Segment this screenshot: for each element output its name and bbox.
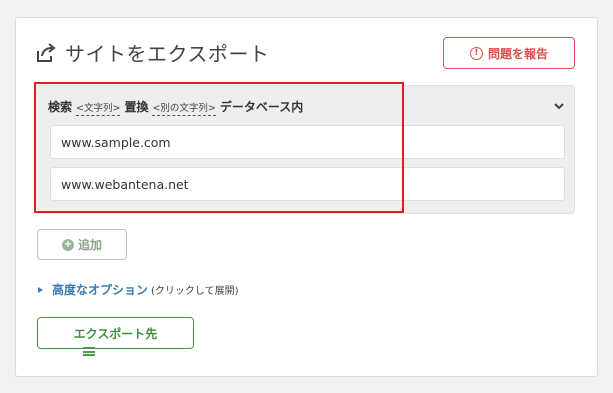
- panel-title: サイトをエクスポート: [65, 42, 270, 66]
- drag-handle-icon: [83, 347, 95, 356]
- plus-circle-icon: +: [61, 238, 74, 251]
- panel-header: サイトをエクスポート: [36, 38, 269, 67]
- report-issue-label: 問題を報告: [487, 46, 548, 61]
- search-replace-box: 検索 <文字列> 置換 <別の文字列> データベース内: [35, 85, 575, 214]
- search-replace-label: 検索 <文字列> 置換 <別の文字列> データベース内: [48, 98, 303, 116]
- export-to-label: エクスポート先: [73, 326, 158, 341]
- export-share-icon: [36, 42, 58, 63]
- add-button[interactable]: + 追加: [37, 229, 127, 260]
- advanced-options-link[interactable]: 高度なオプション: [52, 281, 148, 298]
- replace-hint: <別の文字列>: [152, 103, 216, 116]
- add-label: 追加: [77, 238, 102, 252]
- advanced-options-note: (クリックして展開): [151, 286, 239, 297]
- replace-label: 置換: [124, 100, 149, 114]
- replace-input[interactable]: [50, 167, 565, 201]
- scope-label: データベース内: [219, 100, 304, 114]
- export-panel: サイトをエクスポート ! 問題を報告 検索 <文字列> 置換 <別の文字列> デ…: [15, 17, 598, 377]
- search-hint: <文字列>: [76, 103, 121, 116]
- search-label: 検索: [48, 100, 73, 114]
- advanced-options-toggle[interactable]: 高度なオプション (クリックして展開): [38, 281, 239, 298]
- alert-circle-icon: !: [469, 46, 483, 60]
- report-issue-button[interactable]: ! 問題を報告: [443, 37, 575, 69]
- export-to-button[interactable]: エクスポート先: [37, 317, 194, 349]
- search-input[interactable]: [50, 125, 565, 159]
- triangle-right-icon: [38, 286, 43, 293]
- chevron-down-icon[interactable]: [552, 98, 566, 112]
